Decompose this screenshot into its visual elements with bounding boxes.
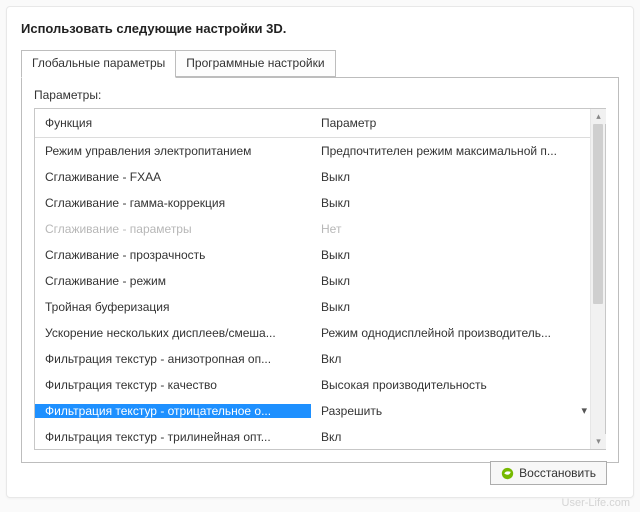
tab-program[interactable]: Программные настройки xyxy=(176,50,335,77)
params-table: Функция Параметр Режим управления электр… xyxy=(34,108,606,450)
table-row[interactable]: Тройная буферизацияВыкл xyxy=(35,294,605,320)
table-row[interactable]: Сглаживание - параметрыНет xyxy=(35,216,605,242)
cell-parameter: Разрешить xyxy=(311,404,605,418)
tab-content: Параметры: Функция Параметр Режим управл… xyxy=(21,77,619,463)
table-row[interactable]: Фильтрация текстур - трилинейная опт...В… xyxy=(35,424,605,449)
table-row[interactable]: Фильтрация текстур - качествоВысокая про… xyxy=(35,372,605,398)
cell-function: Режим управления электропитанием xyxy=(35,144,311,158)
restore-button[interactable]: Восстановить xyxy=(490,461,607,485)
panel-title: Использовать следующие настройки 3D. xyxy=(21,21,619,36)
table-row[interactable]: Сглаживание - гамма-коррекцияВыкл xyxy=(35,190,605,216)
table-row[interactable]: Сглаживание - FXAAВыкл xyxy=(35,164,605,190)
table-header: Функция Параметр xyxy=(35,109,605,138)
cell-parameter: Выкл xyxy=(311,170,605,184)
table-body: Режим управления электропитаниемПредпочт… xyxy=(35,138,605,449)
cell-parameter: Выкл xyxy=(311,248,605,262)
cell-function: Ускорение нескольких дисплеев/смеша... xyxy=(35,326,311,340)
chevron-down-icon[interactable]: ▾ xyxy=(581,404,587,417)
scroll-up-icon[interactable]: ▴ xyxy=(591,109,606,124)
cell-parameter: Выкл xyxy=(311,300,605,314)
nvidia-icon xyxy=(501,467,514,480)
cell-function: Сглаживание - прозрачность xyxy=(35,248,311,262)
cell-parameter: Выкл xyxy=(311,274,605,288)
table-row[interactable]: Фильтрация текстур - отрицательное о...Р… xyxy=(35,398,605,424)
cell-parameter: Вкл xyxy=(311,430,605,444)
cell-parameter: Предпочтителен режим максимальной п... xyxy=(311,144,605,158)
tab-global[interactable]: Глобальные параметры xyxy=(21,50,176,78)
scroll-track[interactable] xyxy=(591,124,605,434)
cell-function: Сглаживание - режим xyxy=(35,274,311,288)
table-row[interactable]: Ускорение нескольких дисплеев/смеша...Ре… xyxy=(35,320,605,346)
tabs: Глобальные параметры Программные настрой… xyxy=(21,50,619,77)
table-row[interactable]: Фильтрация текстур - анизотропная оп...В… xyxy=(35,346,605,372)
table-row[interactable]: Сглаживание - режимВыкл xyxy=(35,268,605,294)
params-label: Параметры: xyxy=(34,88,606,102)
cell-parameter: Выкл xyxy=(311,196,605,210)
cell-function: Сглаживание - гамма-коррекция xyxy=(35,196,311,210)
cell-function: Фильтрация текстур - трилинейная опт... xyxy=(35,430,311,444)
scrollbar[interactable]: ▴ ▾ xyxy=(590,109,605,449)
scroll-thumb[interactable] xyxy=(593,124,603,304)
cell-parameter: Высокая производительность xyxy=(311,378,605,392)
cell-function: Фильтрация текстур - качество xyxy=(35,378,311,392)
watermark: User-Life.com xyxy=(562,497,630,509)
column-parameter[interactable]: Параметр xyxy=(311,109,605,137)
cell-parameter: Вкл xyxy=(311,352,605,366)
cell-function: Сглаживание - FXAA xyxy=(35,170,311,184)
cell-function: Тройная буферизация xyxy=(35,300,311,314)
cell-function: Фильтрация текстур - отрицательное о... xyxy=(35,404,311,418)
cell-function: Фильтрация текстур - анизотропная оп... xyxy=(35,352,311,366)
table-row[interactable]: Сглаживание - прозрачностьВыкл xyxy=(35,242,605,268)
restore-label: Восстановить xyxy=(519,466,596,480)
table-row[interactable]: Режим управления электропитаниемПредпочт… xyxy=(35,138,605,164)
column-function[interactable]: Функция xyxy=(35,109,311,137)
cell-parameter: Режим однодисплейной производитель... xyxy=(311,326,605,340)
scroll-down-icon[interactable]: ▾ xyxy=(591,434,606,449)
footer: Восстановить xyxy=(490,461,607,485)
settings-panel: Использовать следующие настройки 3D. Гло… xyxy=(6,6,634,498)
cell-parameter: Нет xyxy=(311,222,605,236)
cell-function: Сглаживание - параметры xyxy=(35,222,311,236)
